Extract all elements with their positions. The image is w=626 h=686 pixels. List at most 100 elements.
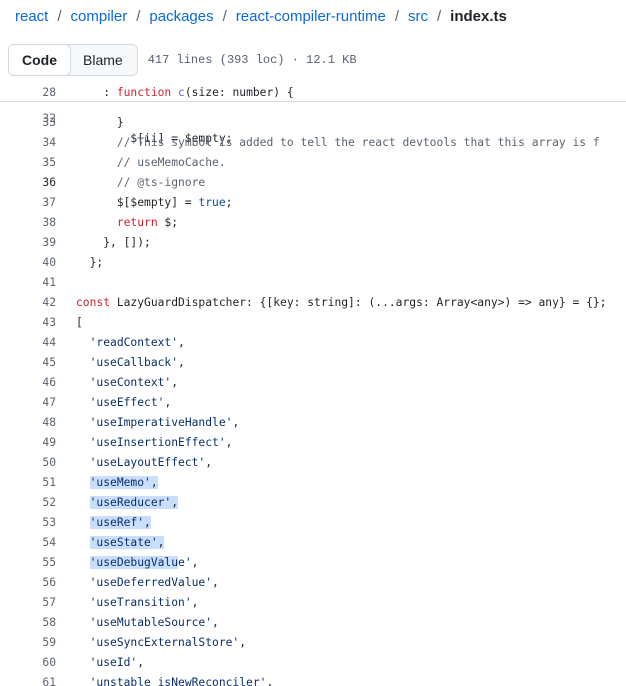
code-text: } [76, 113, 124, 133]
code-token: return [116, 216, 158, 229]
line-number: 28 [42, 86, 56, 99]
code-line: 41 [0, 273, 626, 293]
code-text: 'useMutableSource', [76, 613, 219, 633]
code-text: 'useReducer', [76, 493, 179, 513]
breadcrumb-link-packages[interactable]: packages [149, 8, 213, 25]
line-number[interactable]: 42 [0, 293, 56, 313]
sticky-scope-header[interactable]: 28 : function c(size: number) { [0, 84, 626, 102]
line-number[interactable]: 56 [0, 573, 56, 593]
line-number[interactable]: 60 [0, 653, 56, 673]
sticky-code-text: : function c(size: number) { [76, 84, 294, 101]
code-text: }, []); [76, 233, 151, 253]
code-token: 'useCallback' [89, 356, 179, 369]
line-number[interactable]: 57 [0, 593, 56, 613]
code-text: 'useRef', [76, 513, 151, 533]
code-tab-button[interactable]: Code [8, 45, 71, 75]
line-number[interactable]: 54 [0, 533, 56, 553]
code-line: 61 'unstable_isNewReconciler', [0, 673, 626, 686]
line-number[interactable]: 52 [0, 493, 56, 513]
breadcrumb-link-react[interactable]: react [15, 8, 48, 25]
code-view[interactable]: 32 $[ii] = $empty; 33 } 34 // This symbol… [0, 84, 626, 686]
line-number[interactable]: 48 [0, 413, 56, 433]
code-text: const LazyGuardDispatcher: {[key: string… [76, 293, 607, 313]
line-number[interactable]: 34 [0, 133, 56, 153]
line-number[interactable]: 40 [0, 253, 56, 273]
breadcrumb-link-compiler[interactable]: compiler [71, 8, 128, 25]
line-number[interactable]: 37 [0, 193, 56, 213]
sticky-params: (size: number) { [184, 86, 294, 99]
code-token: [ [76, 316, 83, 329]
code-line: 54 'useState', [0, 533, 626, 553]
line-number[interactable]: 36 [0, 173, 56, 193]
code-token: 'useMutableSource' [89, 616, 213, 629]
code-token: , [171, 376, 179, 389]
blame-tab-button[interactable]: Blame [70, 45, 137, 75]
code-token: 'unstable_isNewReconciler' [89, 676, 267, 686]
code-token: , [150, 476, 158, 489]
line-number[interactable]: 44 [0, 333, 56, 353]
code-token: , [178, 356, 185, 369]
function-name: c [178, 86, 185, 99]
code-token: , [225, 436, 233, 449]
line-number[interactable]: 61 [0, 673, 56, 686]
code-token: , [157, 536, 165, 549]
line-number[interactable]: 43 [0, 313, 56, 333]
sticky-prefix: : [76, 86, 117, 99]
line-number[interactable]: 39 [0, 233, 56, 253]
code-token: } [116, 116, 124, 129]
line-number[interactable]: 46 [0, 373, 56, 393]
breadcrumb-link-react-compiler-runtime[interactable]: react-compiler-runtime [236, 8, 386, 25]
code-token: 'useId' [89, 656, 138, 669]
code-line: 57 'useTransition', [0, 593, 626, 613]
line-number[interactable]: 45 [0, 353, 56, 373]
code-line: 56 'useDeferredValue', [0, 573, 626, 593]
code-text: 'unstable_isNewReconciler', [76, 673, 274, 686]
code-line: 49 'useInsertionEffect', [0, 433, 626, 453]
code-text: // @ts-ignore [76, 173, 205, 193]
line-number[interactable]: 53 [0, 513, 56, 533]
code-line: 45 'useCallback', [0, 353, 626, 373]
line-number[interactable]: 41 [0, 273, 56, 293]
code-line: 36 // @ts-ignore [0, 173, 626, 193]
line-number[interactable]: 50 [0, 453, 56, 473]
code-token: 'useRef' [89, 516, 145, 529]
line-number[interactable]: 59 [0, 633, 56, 653]
code-line: 35 // useMemoCache. [0, 153, 626, 173]
code-text: $[$empty] = true; [76, 193, 233, 213]
file-meta: 417 lines (393 loc) · 12.1 KB [147, 53, 357, 67]
code-token: , [232, 416, 240, 429]
line-number[interactable]: 33 [0, 113, 56, 133]
line-number[interactable]: 49 [0, 433, 56, 453]
code-token: , [205, 456, 213, 469]
code-text: 'useImperativeHandle', [76, 413, 240, 433]
code-line: 50 'useLayoutEffect', [0, 453, 626, 473]
breadcrumb-link-src[interactable]: src [408, 8, 428, 25]
code-token: // useMemoCache. [116, 156, 226, 169]
code-text: 'useCallback', [76, 353, 185, 373]
code-line: 39 }, []); [0, 233, 626, 253]
code-text: 'readContext', [76, 333, 185, 353]
code-token: 'useEffect' [89, 396, 165, 409]
line-number[interactable]: 51 [0, 473, 56, 493]
code-token: ; [225, 196, 233, 209]
line-number[interactable]: 58 [0, 613, 56, 633]
line-number[interactable]: 47 [0, 393, 56, 413]
line-number[interactable]: 55 [0, 553, 56, 573]
line-number[interactable]: 35 [0, 153, 56, 173]
breadcrumb-separator: / [222, 7, 227, 25]
code-text: 'useEffect', [76, 393, 172, 413]
line-number[interactable]: 38 [0, 213, 56, 233]
code-line: 47 'useEffect', [0, 393, 626, 413]
code-text: 'useDeferredValue', [76, 573, 219, 593]
